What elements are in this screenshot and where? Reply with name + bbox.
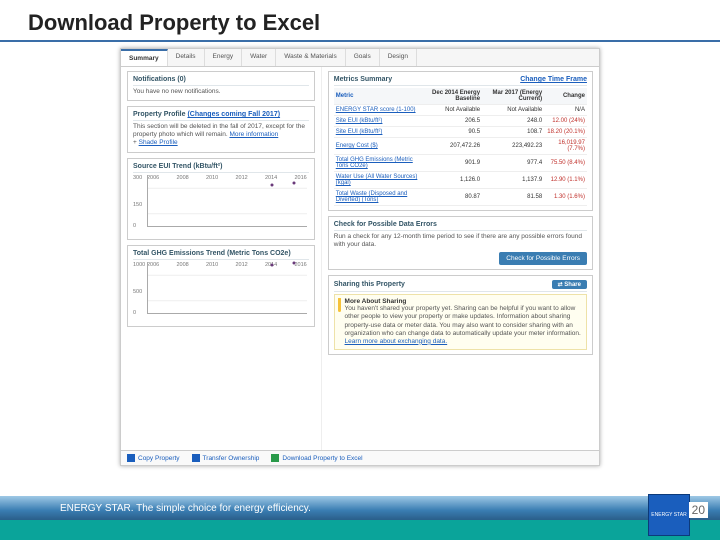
col-baseline: Dec 2014 Energy Baseline (420, 88, 482, 105)
table-row: ENERGY STAR score (1-100)Not AvailableNo… (334, 105, 587, 116)
sharing-panel: Sharing this Property ⇄ Share More About… (328, 275, 593, 355)
shade-profile-link[interactable]: Shade Profile (139, 139, 178, 146)
notifications-title: Notifications (0) (133, 76, 309, 86)
ghg-title: Total GHG Emissions Trend (Metric Tons C… (133, 250, 309, 260)
col-current: Mar 2017 (Energy Current) (482, 88, 544, 105)
change-timeframe-link[interactable]: Change Time Frame (520, 76, 587, 83)
profile-title: Property Profile (133, 111, 186, 118)
errors-title: Check for Possible Data Errors (334, 221, 587, 231)
sharing-title: Sharing this Property (334, 281, 405, 288)
metrics-table: Metric Dec 2014 Energy Baseline Mar 2017… (334, 88, 587, 206)
tab-design[interactable]: Design (380, 49, 417, 66)
data-errors-panel: Check for Possible Data Errors Run a che… (328, 216, 593, 270)
table-row: Total Waste (Disposed and Diverted) (Ton… (334, 189, 587, 206)
energy-star-logo-icon: ENERGY STAR (648, 494, 690, 536)
more-sharing-body: You haven't shared your property yet. Sh… (345, 305, 583, 346)
slide-footer: ENERGY STAR. The simple choice for energ… (0, 484, 720, 540)
download-excel-link[interactable]: Download Property to Excel (271, 454, 362, 462)
copy-property-link[interactable]: Copy Property (127, 454, 180, 462)
col-change: Change (544, 88, 587, 105)
metric-label[interactable]: Water Use (All Water Sources) (kgal) (334, 172, 421, 189)
more-sharing-title: More About Sharing (345, 298, 583, 305)
share-button[interactable]: ⇄ Share (552, 280, 587, 289)
profile-changes-link[interactable]: (Changes coming Fall 2017) (187, 111, 280, 118)
property-profile-panel: Property Profile (Changes coming Fall 20… (127, 106, 315, 152)
tab-energy[interactable]: Energy (205, 49, 243, 66)
property-footer-links: Copy Property Transfer Ownership Downloa… (121, 450, 599, 465)
metric-label[interactable]: ENERGY STAR score (1-100) (334, 105, 421, 116)
source-eui-title: Source EUI Trend (kBtu/ft²) (133, 163, 309, 173)
check-errors-button[interactable]: Check for Possible Errors (499, 252, 587, 265)
metric-label[interactable]: Site EUI (kBtu/ft²) (334, 127, 421, 138)
source-eui-panel: Source EUI Trend (kBtu/ft²) 300 150 0 20… (127, 158, 315, 240)
lightbulb-icon (338, 298, 341, 312)
tab-waste[interactable]: Waste & Materials (276, 49, 346, 66)
profile-body: This section will be deleted in the fall… (133, 123, 305, 138)
transfer-icon (192, 454, 200, 462)
transfer-ownership-link[interactable]: Transfer Ownership (192, 454, 260, 462)
copy-icon (127, 454, 135, 462)
metrics-summary-panel: Metrics Summary Change Time Frame Metric… (328, 71, 593, 211)
table-row: Site EUI (kBtu/ft²)90.5108.718.20 (20.1%… (334, 127, 587, 138)
table-row: Energy Cost ($)207,472.26223,492.2316,01… (334, 138, 587, 155)
ghg-chart: 1000 500 0 200620082010201220142016 (133, 262, 309, 322)
app-screenshot: Summary Details Energy Water Waste & Mat… (120, 48, 600, 466)
ghg-panel: Total GHG Emissions Trend (Metric Tons C… (127, 245, 315, 327)
source-eui-chart: 300 150 0 200620082010201220142016 (133, 175, 309, 235)
footer-tagline: ENERGY STAR. The simple choice for energ… (0, 496, 720, 520)
excel-icon (271, 454, 279, 462)
profile-more-link[interactable]: More information (229, 131, 278, 138)
notifications-panel: Notifications (0) You have no new notifi… (127, 71, 315, 101)
learn-more-link[interactable]: Learn more about exchanging data. (345, 338, 448, 345)
tab-details[interactable]: Details (168, 49, 205, 66)
metric-label[interactable]: Total Waste (Disposed and Diverted) (Ton… (334, 189, 421, 206)
tab-summary[interactable]: Summary (121, 49, 168, 66)
metric-label[interactable]: Site EUI (kBtu/ft²) (334, 116, 421, 127)
notifications-body: You have no new notifications. (133, 88, 309, 96)
col-metric: Metric (334, 88, 421, 105)
table-row: Total GHG Emissions (Metric Tons CO2e)90… (334, 155, 587, 172)
table-row: Site EUI (kBtu/ft²)206.5248.012.00 (24%) (334, 116, 587, 127)
errors-body: Run a check for any 12-month time period… (334, 233, 587, 249)
table-row: Water Use (All Water Sources) (kgal)1,12… (334, 172, 587, 189)
main-tabs: Summary Details Energy Water Waste & Mat… (121, 49, 599, 67)
footer-accent (0, 520, 720, 540)
metrics-summary-title: Metrics Summary (334, 76, 392, 83)
metric-label[interactable]: Total GHG Emissions (Metric Tons CO2e) (334, 155, 421, 172)
slide-title: Download Property to Excel (0, 0, 720, 42)
page-number: 20 (689, 502, 708, 518)
tab-water[interactable]: Water (242, 49, 276, 66)
tab-goals[interactable]: Goals (346, 49, 380, 66)
metric-label[interactable]: Energy Cost ($) (334, 138, 421, 155)
